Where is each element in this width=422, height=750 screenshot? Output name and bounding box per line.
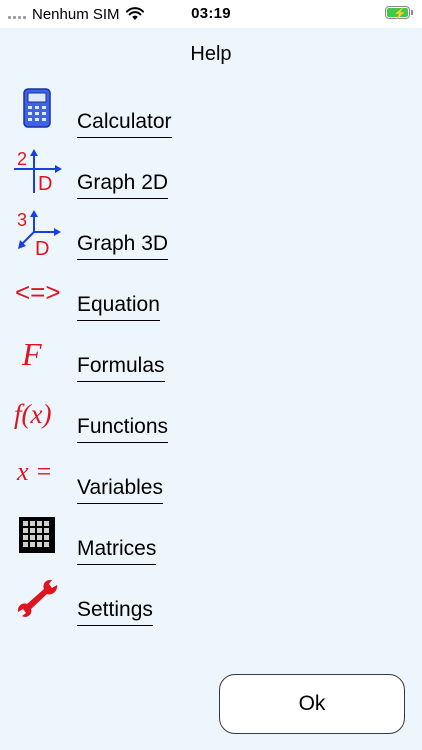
settings-wrench-icon bbox=[17, 579, 58, 617]
menu-item-label: Settings bbox=[77, 598, 153, 626]
menu-item-label: Functions bbox=[77, 415, 169, 443]
menu-item-graph-3d[interactable]: 3 D Graph 3D bbox=[0, 210, 422, 266]
status-bar: Nenhum SIM 03:19 ⚡ bbox=[0, 0, 422, 28]
formulas-symbol: F bbox=[21, 336, 42, 372]
equation-symbol: <=> bbox=[15, 277, 61, 307]
menu-item-equation[interactable]: <=> Equation bbox=[0, 271, 422, 327]
ok-button[interactable]: Ok bbox=[219, 674, 405, 734]
menu-item-functions[interactable]: f(x) Functions bbox=[0, 393, 422, 449]
variables-symbol: x = bbox=[16, 457, 53, 486]
equation-icon: <=> bbox=[15, 277, 61, 307]
menu-item-label: Calculator bbox=[77, 110, 172, 138]
menu-item-settings[interactable]: Settings bbox=[0, 576, 422, 632]
menu-item-matrices[interactable]: Matrices bbox=[0, 515, 422, 571]
menu-item-label: Graph 2D bbox=[77, 171, 169, 199]
graph-2d-icon: 2 D bbox=[14, 149, 62, 195]
menu-item-label: Variables bbox=[77, 476, 163, 504]
graph-3d-number: 3 bbox=[17, 210, 27, 230]
menu-item-variables[interactable]: x = Variables bbox=[0, 454, 422, 510]
menu-item-label: Equation bbox=[77, 293, 160, 321]
graph-2d-number: 2 bbox=[17, 149, 27, 169]
menu-item-label: Formulas bbox=[77, 354, 165, 382]
formulas-icon: F bbox=[21, 336, 42, 372]
page-title: Help bbox=[190, 43, 232, 65]
menu-item-calculator[interactable]: Calculator bbox=[0, 88, 422, 144]
variables-icon: x = bbox=[16, 457, 53, 486]
battery-icon: ⚡ bbox=[385, 6, 413, 20]
menu-item-graph-2d[interactable]: 2 D Graph 2D bbox=[0, 149, 422, 205]
functions-icon: f(x) bbox=[14, 399, 51, 429]
status-time: 03:19 bbox=[191, 5, 231, 22]
matrices-icon bbox=[19, 517, 55, 553]
menu-item-formulas[interactable]: F Formulas bbox=[0, 332, 422, 388]
calculator-icon bbox=[23, 88, 51, 128]
menu-item-label: Graph 3D bbox=[77, 232, 169, 260]
graph-3d-letter: D bbox=[35, 238, 49, 258]
graph-3d-icon: 3 D bbox=[17, 210, 61, 258]
graph-2d-letter: D bbox=[38, 173, 52, 195]
menu-item-label: Matrices bbox=[77, 537, 157, 565]
functions-symbol: f(x) bbox=[14, 399, 51, 429]
